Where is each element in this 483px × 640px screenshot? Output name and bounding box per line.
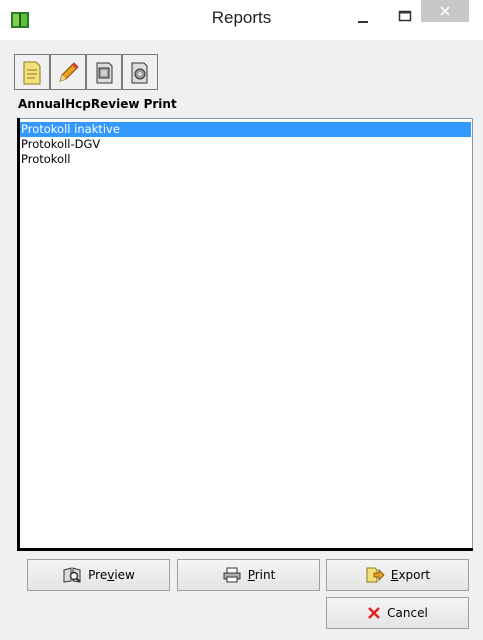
new-report-icon [23, 61, 41, 85]
export-icon [366, 567, 385, 583]
report-group-heading: AnnualHcpReview Print [18, 97, 177, 111]
maximize-icon [398, 10, 412, 22]
reports-window: Reports AnnualHcpReview Print Protokoll … [0, 0, 483, 640]
toolbar [14, 54, 195, 90]
list-item[interactable]: Protokoll [19, 152, 471, 167]
cancel-button[interactable]: Cancel [326, 597, 469, 629]
cancel-label: Cancel [387, 606, 428, 620]
close-button[interactable] [421, 0, 469, 22]
report-list[interactable]: Protokoll inaktive Protokoll-DGV Protoko… [17, 118, 473, 550]
template-button[interactable] [86, 54, 122, 90]
report-template-icon [96, 62, 113, 84]
title-bar[interactable]: Reports [0, 0, 483, 40]
export-button[interactable]: Export [326, 559, 469, 591]
minimize-icon [358, 21, 368, 23]
list-item[interactable]: Protokoll inaktive [19, 122, 471, 137]
preview-label: Preview [88, 568, 135, 582]
list-border [17, 118, 20, 550]
report-designer-icon [131, 62, 148, 84]
close-icon [440, 6, 450, 16]
preview-button[interactable]: Preview [27, 559, 170, 591]
list-border [17, 548, 473, 551]
designer-button[interactable] [122, 54, 158, 90]
edit-pencil-icon [59, 62, 79, 82]
printer-icon [223, 567, 241, 583]
cancel-x-icon [368, 607, 381, 619]
maximize-button[interactable] [389, 6, 423, 32]
list-item[interactable]: Protokoll-DGV [19, 137, 471, 152]
print-label: Print [247, 568, 276, 582]
preview-icon [63, 567, 81, 583]
new-report-button[interactable] [14, 54, 50, 90]
print-button[interactable]: Print [177, 559, 320, 591]
edit-button[interactable] [50, 54, 86, 90]
export-label: Export [390, 568, 431, 582]
minimize-button[interactable] [347, 6, 381, 32]
